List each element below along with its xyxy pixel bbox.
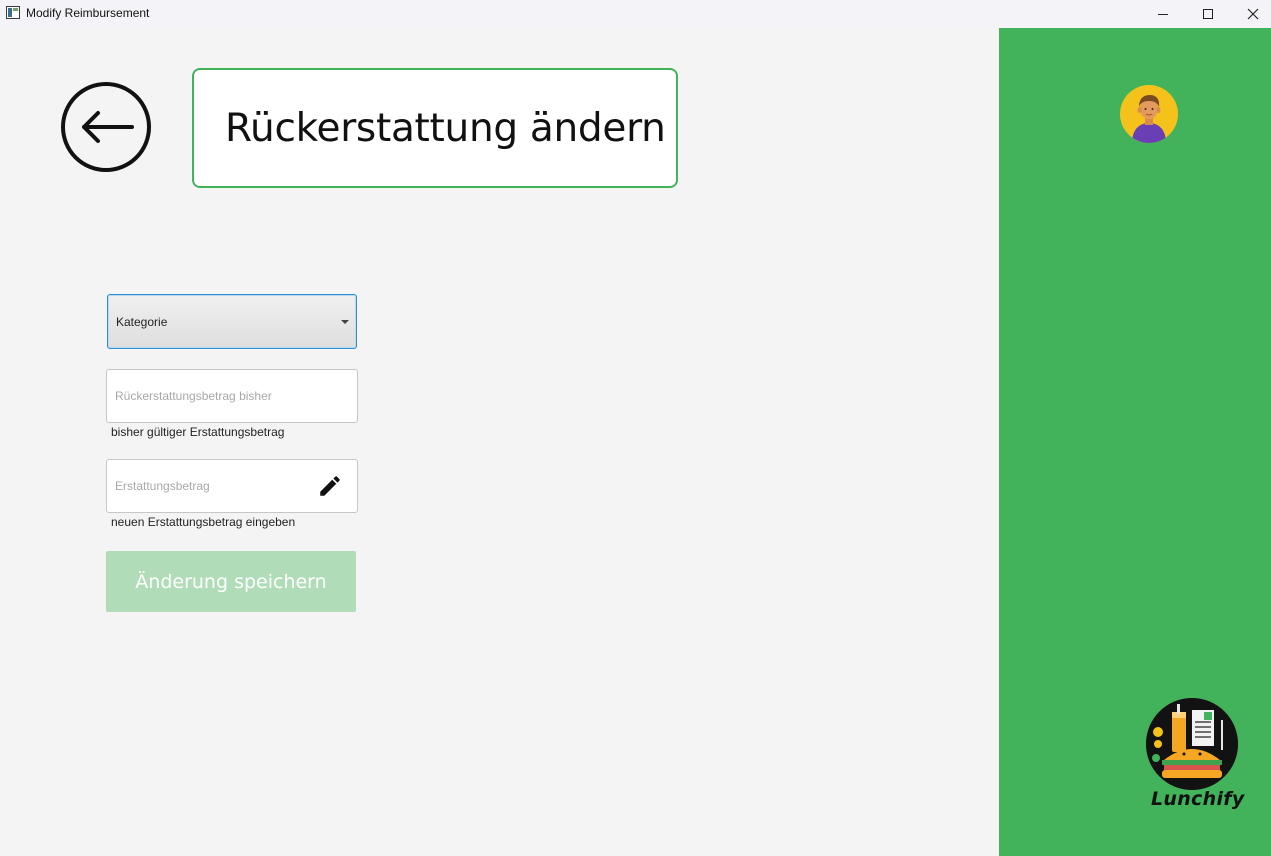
previous-amount-input[interactable] [115,389,305,403]
new-amount-field[interactable] [106,459,358,513]
page-title-box: Rückerstattung ändern [192,68,678,188]
app-icon [6,6,20,19]
save-changes-button[interactable]: Änderung speichern [106,551,356,612]
category-select-label: Kategorie [116,314,168,329]
arrow-left-icon [82,111,134,143]
category-select[interactable]: Kategorie [107,294,357,349]
minimize-icon [1158,13,1168,15]
close-icon [1247,8,1259,20]
minimize-button[interactable] [1140,0,1186,28]
window-titlebar: Modify Reimbursement [0,0,1271,28]
new-amount-helper: neuen Erstattungsbetrag eingeben [111,515,296,529]
chevron-down-icon [341,320,349,324]
sidebar: Lunchify [999,28,1271,856]
close-button[interactable] [1230,0,1271,28]
user-avatar-image [1132,95,1166,143]
new-amount-input[interactable] [115,479,305,493]
window-title: Modify Reimbursement [26,6,150,20]
brand-name: Lunchify [1151,788,1245,810]
save-changes-label: Änderung speichern [135,570,327,593]
back-button[interactable] [61,82,151,172]
user-avatar-icon[interactable] [1120,85,1178,143]
pencil-icon [320,476,340,496]
previous-amount-helper: bisher gültiger Erstattungsbetrag [111,425,285,439]
lunchify-logo-image [1146,698,1238,790]
previous-amount-field[interactable] [106,369,358,423]
lunchify-logo [1146,698,1238,790]
maximize-button[interactable] [1185,0,1231,28]
maximize-icon [1203,9,1213,19]
page-title: Rückerstattung ändern [225,105,666,151]
